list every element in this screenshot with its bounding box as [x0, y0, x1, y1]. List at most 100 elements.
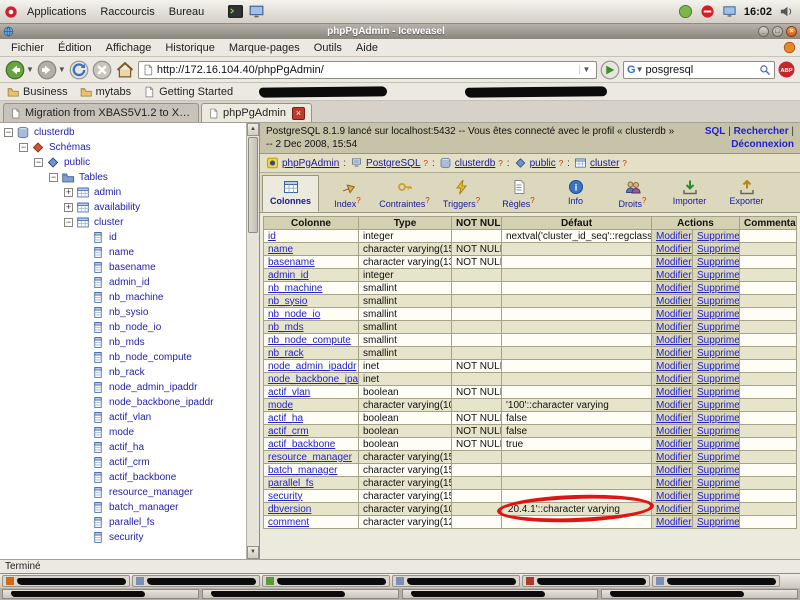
tree-expander-icon[interactable]: +: [64, 188, 73, 197]
panel-clock[interactable]: 16:02: [744, 6, 772, 18]
breadcrumb-clusterdb[interactable]: clusterdb?: [439, 157, 503, 169]
drop-link[interactable]: Supprimer: [697, 465, 740, 476]
column-name-link[interactable]: actif_backbone: [268, 439, 335, 450]
drop-link[interactable]: Supprimer: [697, 491, 740, 502]
drop-link[interactable]: Supprimer: [697, 374, 740, 385]
modify-link[interactable]: Modifier: [656, 348, 692, 359]
bookmark-getting-started[interactable]: Getting Started: [143, 86, 233, 98]
stop-button[interactable]: [92, 60, 112, 80]
menu-marque-pages[interactable]: Marque-pages: [222, 41, 307, 55]
modify-link[interactable]: Modifier: [656, 322, 692, 333]
tree-label[interactable]: nb_node_compute: [109, 352, 192, 363]
tree-label[interactable]: security: [109, 532, 143, 543]
column-name-link[interactable]: dbversion: [268, 504, 311, 515]
modify-link[interactable]: Modifier: [656, 283, 692, 294]
column-name-link[interactable]: nb_machine: [268, 283, 322, 294]
tree-expander-icon[interactable]: −: [34, 158, 43, 167]
column-name-link[interactable]: actif_ha: [268, 413, 303, 424]
scroll-up-icon[interactable]: ▲: [247, 123, 259, 136]
modify-link[interactable]: Modifier: [656, 244, 692, 255]
menu-historique[interactable]: Historique: [158, 41, 222, 55]
column-name-link[interactable]: nb_node_compute: [268, 335, 351, 346]
column-name-link[interactable]: id: [268, 231, 276, 242]
tree-label[interactable]: id: [109, 232, 117, 243]
drop-link[interactable]: Supprimer: [697, 348, 740, 359]
tree-expander-icon[interactable]: −: [64, 218, 73, 227]
modify-link[interactable]: Modifier: [656, 478, 692, 489]
volume-icon[interactable]: [779, 4, 794, 19]
back-dropdown-icon[interactable]: ▼: [26, 65, 34, 74]
drop-link[interactable]: Supprimer: [697, 361, 740, 372]
menu-affichage[interactable]: Affichage: [99, 41, 159, 55]
toplink-deconnexion[interactable]: Déconnexion: [731, 139, 794, 150]
forward-button[interactable]: [37, 60, 57, 80]
tree-label[interactable]: parallel_fs: [109, 517, 155, 528]
breadcrumb-phppgadmin[interactable]: phpPgAdmin: [266, 157, 339, 169]
tree-label[interactable]: nb_mds: [109, 337, 145, 348]
url-text[interactable]: http://172.16.104.40/phpPgAdmin/: [157, 64, 576, 76]
tree-label[interactable]: actif_ha: [109, 442, 144, 453]
forward-dropdown-icon[interactable]: ▼: [58, 65, 66, 74]
help-link[interactable]: ?: [425, 196, 429, 205]
close-button[interactable]: ×: [786, 26, 797, 37]
column-name-link[interactable]: admin_id: [268, 270, 309, 281]
tree-label[interactable]: node_backbone_ipaddr: [109, 397, 214, 408]
modify-link[interactable]: Modifier: [656, 413, 692, 424]
help-link[interactable]: ?: [622, 159, 626, 168]
modify-link[interactable]: Modifier: [656, 361, 692, 372]
modify-link[interactable]: Modifier: [656, 400, 692, 411]
column-name-link[interactable]: name: [268, 244, 293, 255]
tree-label[interactable]: nb_node_io: [109, 322, 161, 333]
modify-link[interactable]: Modifier: [656, 335, 692, 346]
drop-link[interactable]: Supprimer: [697, 335, 740, 346]
modify-link[interactable]: Modifier: [656, 517, 692, 528]
drop-link[interactable]: Supprimer: [697, 296, 740, 307]
pg-tab-importer[interactable]: Importer: [661, 175, 718, 212]
engine-dropdown-icon[interactable]: ▼: [636, 65, 644, 74]
taskbar-window-button[interactable]: [652, 575, 780, 587]
bookmark-mytabs[interactable]: mytabs: [80, 86, 131, 98]
modify-link[interactable]: Modifier: [656, 452, 692, 463]
pg-tab-droits[interactable]: Droits?: [604, 175, 661, 212]
column-name-link[interactable]: mode: [268, 400, 293, 411]
drop-link[interactable]: Supprimer: [697, 231, 740, 242]
modify-link[interactable]: Modifier: [656, 387, 692, 398]
modify-link[interactable]: Modifier: [656, 426, 692, 437]
column-name-link[interactable]: comment: [268, 517, 309, 528]
maximize-button[interactable]: □: [772, 26, 783, 37]
applications-menu-icon[interactable]: [4, 5, 18, 19]
modify-link[interactable]: Modifier: [656, 374, 692, 385]
column-name-link[interactable]: nb_sysio: [268, 296, 307, 307]
drop-link[interactable]: Supprimer: [697, 283, 740, 294]
drop-link[interactable]: Supprimer: [697, 517, 740, 528]
pg-tab-contraintes[interactable]: Contraintes?: [376, 175, 433, 212]
help-link[interactable]: ?: [498, 159, 502, 168]
drop-link[interactable]: Supprimer: [697, 270, 740, 281]
tree-label[interactable]: availability: [94, 202, 140, 213]
google-engine-icon[interactable]: G: [627, 64, 636, 76]
search-bar[interactable]: G ▼ posgresql: [623, 61, 775, 79]
tree-expander-icon[interactable]: +: [64, 203, 73, 212]
column-name-link[interactable]: parallel_fs: [268, 478, 314, 489]
tree-label[interactable]: batch_manager: [109, 502, 179, 513]
search-icon[interactable]: [759, 64, 771, 76]
drop-link[interactable]: Supprimer: [697, 400, 740, 411]
modify-link[interactable]: Modifier: [656, 231, 692, 242]
drop-link[interactable]: Supprimer: [697, 322, 740, 333]
updates-icon[interactable]: [700, 4, 715, 19]
tree-label[interactable]: actif_backbone: [109, 472, 176, 483]
taskbar-window-button[interactable]: [2, 575, 130, 587]
drop-link[interactable]: Supprimer: [697, 439, 740, 450]
pg-tab-info[interactable]: iInfo: [547, 175, 604, 212]
tree-label[interactable]: name: [109, 247, 134, 258]
panel-menu-raccourcis[interactable]: Raccourcis: [93, 3, 161, 21]
network-monitor-icon[interactable]: [722, 4, 737, 19]
column-name-link[interactable]: nb_node_io: [268, 309, 320, 320]
browser-tab-2[interactable]: phpPgAdmin×: [201, 103, 312, 122]
scroll-down-icon[interactable]: ▼: [247, 546, 259, 559]
drop-link[interactable]: Supprimer: [697, 257, 740, 268]
search-input[interactable]: posgresql: [645, 64, 757, 76]
taskbar-window-button[interactable]: [132, 575, 260, 587]
drop-link[interactable]: Supprimer: [697, 309, 740, 320]
column-name-link[interactable]: security: [268, 491, 302, 502]
